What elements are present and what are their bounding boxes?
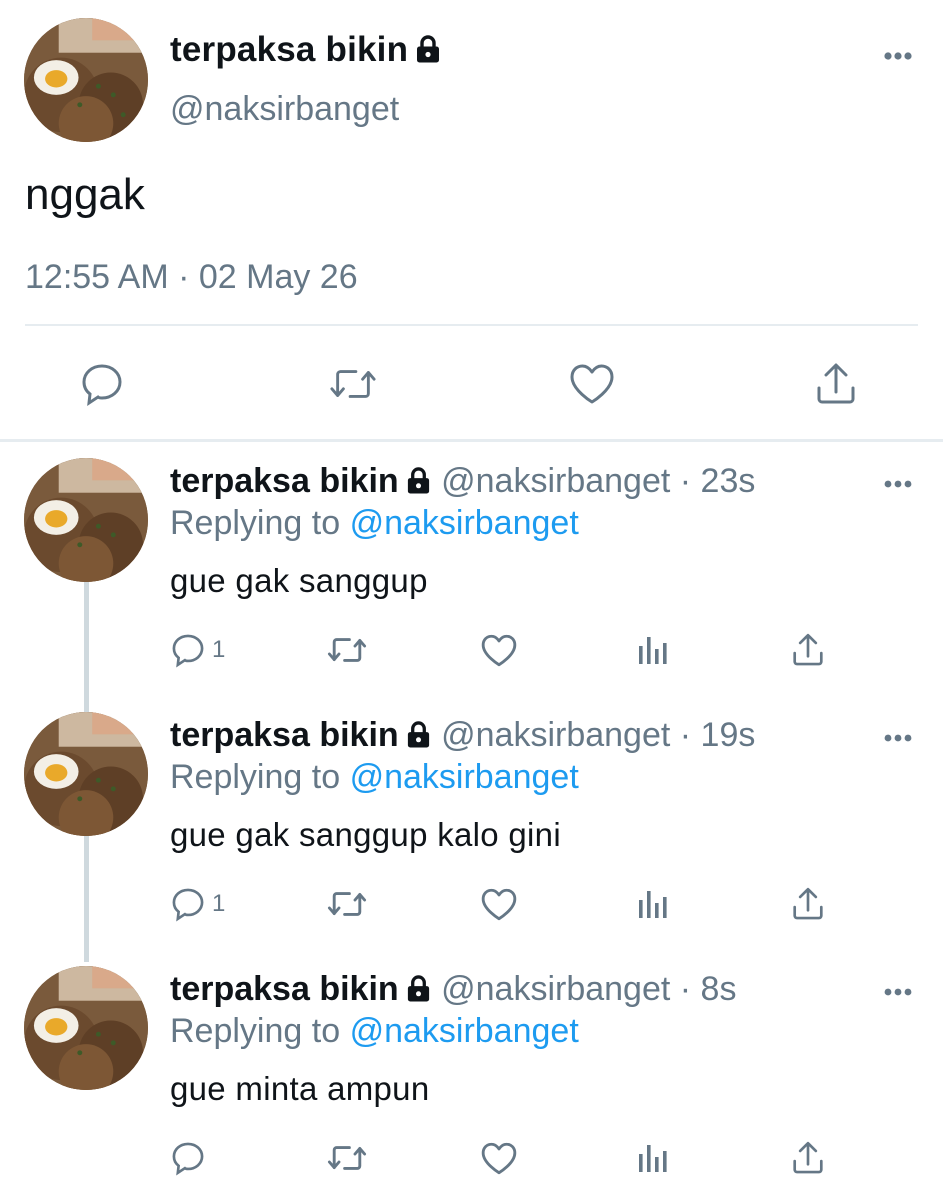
display-name[interactable]: terpaksa bikin — [170, 30, 442, 73]
display-name-text: terpaksa bikin — [170, 30, 409, 69]
more-icon[interactable] — [883, 730, 913, 748]
replying-prefix: Replying to — [170, 1012, 341, 1050]
reply-time: · 23s — [679, 462, 756, 500]
retweet-icon[interactable] — [329, 360, 377, 408]
analytics-icon[interactable] — [636, 630, 670, 670]
reply-time: · 19s — [679, 716, 756, 754]
share-icon[interactable] — [790, 884, 826, 924]
reply-text: gue minta ampun — [170, 1070, 430, 1107]
avatar[interactable] — [24, 966, 148, 1090]
more-icon[interactable] — [883, 476, 913, 494]
display-name[interactable]: terpaksa bikin — [170, 970, 399, 1008]
like-icon[interactable] — [480, 630, 518, 670]
tweet-timestamp[interactable]: 12:55 AM · 02 May 26 — [25, 258, 358, 297]
reply-icon — [172, 1142, 204, 1176]
share-icon[interactable] — [812, 360, 860, 408]
avatar[interactable] — [24, 712, 148, 836]
replying-to-link[interactable]: @naksirbanget — [350, 758, 579, 796]
reply-icon — [172, 634, 204, 668]
reply-tweet[interactable]: terpaksa bikin @naksirbanget · 19s Reply… — [0, 694, 943, 948]
reply-count: 1 — [212, 636, 226, 663]
reply-tweet[interactable]: terpaksa bikin @naksirbanget · 8s Replyi… — [0, 948, 943, 1200]
display-name[interactable]: terpaksa bikin — [170, 462, 399, 500]
reply-header: terpaksa bikin @naksirbanget · 8s — [170, 970, 736, 1012]
user-handle[interactable]: @naksirbanget — [441, 716, 670, 754]
replying-prefix: Replying to — [170, 758, 341, 796]
reply-header: terpaksa bikin @naksirbanget · 19s — [170, 716, 755, 758]
replying-to-link[interactable]: @naksirbanget — [350, 1012, 579, 1050]
lock-icon — [405, 465, 432, 504]
avatar-image — [24, 966, 148, 1090]
display-name[interactable]: terpaksa bikin — [170, 716, 399, 754]
user-handle[interactable]: @naksirbanget — [441, 462, 670, 500]
replying-to: Replying to @naksirbanget — [170, 504, 579, 543]
reply-header: terpaksa bikin @naksirbanget · 23s — [170, 462, 755, 504]
like-icon[interactable] — [480, 1138, 518, 1178]
reply-count: 1 — [212, 890, 226, 917]
lock-icon — [405, 973, 432, 1012]
avatar-image — [24, 712, 148, 836]
replying-to-link[interactable]: @naksirbanget — [350, 504, 579, 542]
like-icon[interactable] — [480, 884, 518, 924]
reply-tweet[interactable]: terpaksa bikin @naksirbanget · 23s Reply… — [0, 440, 943, 694]
like-icon[interactable] — [568, 360, 616, 408]
analytics-icon[interactable] — [636, 1138, 670, 1178]
reply-text: gue gak sanggup kalo gini — [170, 816, 561, 853]
avatar-image — [24, 18, 148, 142]
retweet-icon[interactable] — [327, 630, 367, 670]
share-icon[interactable] — [790, 630, 826, 670]
avatar[interactable] — [24, 18, 148, 142]
avatar-image — [24, 458, 148, 582]
retweet-icon[interactable] — [327, 884, 367, 924]
more-icon[interactable] — [883, 984, 913, 1002]
reply-button[interactable]: 1 — [170, 630, 225, 670]
tweet-text: nggak — [25, 170, 145, 219]
divider — [25, 324, 918, 326]
reply-button[interactable] — [170, 1138, 212, 1178]
avatar[interactable] — [24, 458, 148, 582]
reply-text: gue gak sanggup — [170, 562, 428, 599]
user-handle[interactable]: @naksirbanget — [170, 90, 399, 129]
share-icon[interactable] — [790, 1138, 826, 1178]
retweet-icon[interactable] — [327, 1138, 367, 1178]
more-icon[interactable] — [883, 48, 913, 66]
replying-prefix: Replying to — [170, 504, 341, 542]
lock-icon — [405, 719, 432, 758]
replying-to: Replying to @naksirbanget — [170, 758, 579, 797]
user-handle[interactable]: @naksirbanget — [441, 970, 670, 1008]
reply-icon — [172, 888, 204, 922]
lock-icon — [414, 33, 442, 73]
replying-to: Replying to @naksirbanget — [170, 1012, 579, 1051]
reply-icon[interactable] — [78, 360, 126, 408]
reply-button[interactable]: 1 — [170, 884, 225, 924]
analytics-icon[interactable] — [636, 884, 670, 924]
reply-time: · 8s — [679, 970, 737, 1008]
